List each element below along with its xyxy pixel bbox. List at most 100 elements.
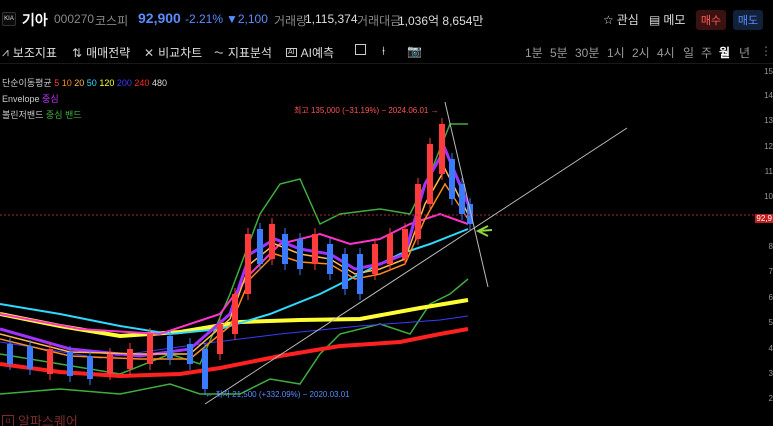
candle-body <box>427 144 433 204</box>
trend-lines <box>0 101 760 405</box>
compare-icon: ✕ <box>144 45 155 60</box>
stock-name: 기아 <box>22 12 48 28</box>
toolbar-strategy-button[interactable]: ⇅ 매매전략 <box>72 44 130 61</box>
chart-toolbar: ⩘ 보조지표 ⇅ 매매전략 ✕ 비교차트 ⏦ 지표분석 AI AI예측 ⍿ 📷 … <box>0 40 773 64</box>
bollinger-legend[interactable]: 볼린저밴드 중심 밴드 <box>2 108 82 121</box>
candle-body <box>232 294 238 334</box>
draw-rect-button[interactable] <box>355 44 366 55</box>
y-tick: 4 <box>768 344 773 353</box>
period-year[interactable]: 년 <box>739 44 750 61</box>
candle-body <box>372 244 378 274</box>
period-month[interactable]: 월 <box>719 44 730 61</box>
candle-body <box>449 159 455 199</box>
ma-legend[interactable]: 단순이동평균 5 10 20 50 120 200 240 480 <box>2 76 167 89</box>
watermark: α 알파스퀘어 <box>2 411 78 426</box>
buy-button[interactable]: 매수 <box>696 10 726 30</box>
camera-icon: 📷 <box>407 44 422 58</box>
ma-5: 5 <box>54 78 60 88</box>
candle-body <box>217 324 223 354</box>
toolbar-ai-button[interactable]: AI AI예측 <box>286 44 334 61</box>
current-price: 92,900 <box>138 10 181 26</box>
candle-body <box>312 234 318 264</box>
y-tick: 15 <box>764 67 773 76</box>
candle-body <box>342 254 348 289</box>
candle-body <box>87 356 93 379</box>
chart-canvas[interactable] <box>0 64 773 426</box>
y-tick: 10 <box>764 192 773 201</box>
y-tick: 13 <box>764 116 773 125</box>
toolbar-analysis-label: 지표분석 <box>227 46 272 60</box>
candle-body <box>187 344 193 364</box>
candle-body <box>269 224 275 259</box>
period-day[interactable]: 일 <box>683 44 694 61</box>
ma-10: 10 <box>61 78 72 88</box>
candle-body <box>327 244 333 274</box>
current-price-tag: 92,9 <box>755 214 773 223</box>
bollinger-legend-sub: 중심 밴드 <box>45 110 82 120</box>
candle-body <box>415 184 421 239</box>
candle-body <box>357 254 363 294</box>
toolbar-indicator-button[interactable]: ⩘ 보조지표 <box>2 44 57 61</box>
app-root: KIA 기아 000270 코스피 92,900 -2.21% ▼2,100 거… <box>0 0 773 426</box>
price-chart[interactable]: 단순이동평균 5 10 20 50 120 200 240 480 Envelo… <box>0 64 773 426</box>
indicator-icon: ⩘ <box>2 45 9 59</box>
period-week[interactable]: 주 <box>701 44 712 61</box>
candlestick-icon: ⍿ <box>382 44 386 58</box>
envelope-legend-title: Envelope <box>2 94 40 104</box>
candle-body <box>257 229 263 264</box>
candle-body <box>402 229 408 259</box>
ma-120: 120 <box>99 78 115 88</box>
screenshot-button[interactable]: 📷 <box>407 44 422 58</box>
trend-line <box>204 127 628 405</box>
period-4hour[interactable]: 4시 <box>657 44 675 61</box>
ma-240: 240 <box>134 78 150 88</box>
candle-body <box>202 349 208 389</box>
strategy-icon: ⇅ <box>72 45 83 60</box>
sell-button[interactable]: 매도 <box>733 10 763 30</box>
y-tick: 14 <box>764 91 773 100</box>
candle-body <box>47 349 53 374</box>
favorite-label: 관심 <box>616 13 639 27</box>
bollinger-upper <box>0 123 468 375</box>
memo-label: 메모 <box>663 13 686 27</box>
candle-body <box>297 239 303 269</box>
candle-body <box>27 346 33 369</box>
y-tick: 3 <box>768 369 773 378</box>
favorite-button[interactable]: ☆ 관심 <box>603 11 639 28</box>
toolbar-compare-button[interactable]: ✕ 비교차트 <box>144 44 202 61</box>
candle-body <box>245 234 251 294</box>
y-tick: 8 <box>768 242 773 251</box>
amount-value: 1,036억 8,654만 <box>398 14 484 28</box>
envelope-legend-sub: 중심 <box>42 94 59 104</box>
candle-body <box>107 354 113 374</box>
memo-icon: ▤ <box>649 12 661 27</box>
candle-type-button[interactable]: ⍿ <box>382 44 385 59</box>
kia-logo: KIA <box>2 12 16 26</box>
candle-body <box>467 204 473 224</box>
candle-body <box>387 234 393 264</box>
y-tick: 5 <box>768 318 773 327</box>
period-1hour[interactable]: 1시 <box>607 44 625 61</box>
period-2hour[interactable]: 2시 <box>632 44 650 61</box>
stock-header: KIA 기아 000270 코스피 92,900 -2.21% ▼2,100 거… <box>0 0 773 40</box>
period-5min[interactable]: 5분 <box>550 44 568 61</box>
ai-icon: AI <box>286 48 297 57</box>
bollinger-legend-title: 볼린저밴드 <box>2 110 44 120</box>
stock-code: 000270 <box>54 12 95 26</box>
toolbar-analysis-button[interactable]: ⏦ 지표분석 <box>214 44 272 61</box>
ma-legend-title: 단순이동평균 <box>2 78 52 88</box>
watermark-text: 알파스퀘어 <box>18 414 78 426</box>
period-1min[interactable]: 1분 <box>525 44 543 61</box>
envelope-legend[interactable]: Envelope 중심 <box>2 92 59 105</box>
toolbar-ai-label: AI예측 <box>300 46 335 60</box>
toolbar-more-icon[interactable]: ⋮ <box>760 44 772 58</box>
ma-20: 20 <box>74 78 85 88</box>
candle-body <box>167 336 173 359</box>
toolbar-compare-label: 비교차트 <box>158 46 203 60</box>
analysis-icon: ⏦ <box>214 45 224 59</box>
change-amount: ▼2,100 <box>226 12 268 26</box>
memo-button[interactable]: ▤ 메모 <box>649 11 685 28</box>
period-30min[interactable]: 30분 <box>575 44 599 61</box>
ma-200: 200 <box>116 78 132 88</box>
low-annotation: ← 최저 21,500 (+332.09%) − 2020.03.01 <box>205 390 350 399</box>
